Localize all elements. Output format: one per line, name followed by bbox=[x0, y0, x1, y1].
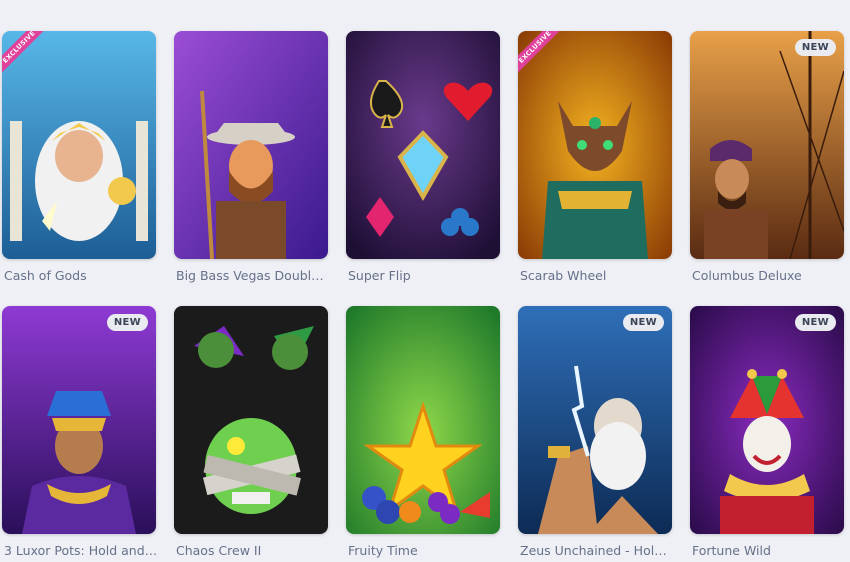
game-thumbnail[interactable]: NEW bbox=[690, 306, 844, 534]
game-thumbnail[interactable] bbox=[174, 31, 328, 259]
game-tile-columbus-deluxe[interactable]: NEW Columbus Deluxe bbox=[690, 31, 846, 283]
game-title: Fruity Time bbox=[348, 543, 418, 558]
game-thumbnail[interactable]: NEW bbox=[2, 306, 156, 534]
game-title: Fortune Wild bbox=[692, 543, 771, 558]
game-tile-chaos-crew-ii[interactable]: Chaos Crew II bbox=[174, 306, 330, 558]
game-thumbnail[interactable]: EXCLUSIVE bbox=[518, 31, 672, 259]
game-title: Columbus Deluxe bbox=[692, 268, 802, 283]
game-grid: EXCLUSIVE Cash of Gods Big Bass Vegas Do… bbox=[0, 0, 850, 562]
game-tile-fortune-wild[interactable]: NEW Fortune Wild bbox=[690, 306, 846, 558]
new-badge: NEW bbox=[106, 314, 148, 331]
game-thumbnail[interactable]: NEW bbox=[690, 31, 844, 259]
game-title: Super Flip bbox=[348, 268, 411, 283]
game-tile-super-flip[interactable]: Super Flip bbox=[346, 31, 502, 283]
new-badge: NEW bbox=[794, 39, 836, 56]
game-thumbnail[interactable]: NEW bbox=[518, 306, 672, 534]
game-title: 3 Luxor Pots: Hold and Win bbox=[4, 543, 158, 558]
game-title: Scarab Wheel bbox=[520, 268, 607, 283]
game-title: Chaos Crew II bbox=[176, 543, 262, 558]
game-tile-big-bass-vegas[interactable]: Big Bass Vegas Double Down Deluxe bbox=[174, 31, 330, 283]
game-thumbnail[interactable] bbox=[174, 306, 328, 534]
game-title: Cash of Gods bbox=[4, 268, 87, 283]
game-tile-cash-of-gods[interactable]: EXCLUSIVE Cash of Gods bbox=[2, 31, 158, 283]
new-badge: NEW bbox=[794, 314, 836, 331]
game-tile-3-luxor-pots[interactable]: NEW 3 Luxor Pots: Hold and Win bbox=[2, 306, 158, 558]
game-tile-fruity-time[interactable]: Fruity Time bbox=[346, 306, 502, 558]
new-badge: NEW bbox=[622, 314, 664, 331]
game-tile-zeus-unchained[interactable]: NEW Zeus Unchained - Hold & Hit bbox=[518, 306, 674, 558]
game-thumbnail[interactable] bbox=[346, 31, 500, 259]
game-title: Big Bass Vegas Double Down Deluxe bbox=[176, 268, 330, 283]
game-tile-scarab-wheel[interactable]: EXCLUSIVE Scarab Wheel bbox=[518, 31, 674, 283]
game-title: Zeus Unchained - Hold & Hit bbox=[520, 543, 674, 558]
game-thumbnail[interactable]: EXCLUSIVE bbox=[2, 31, 156, 259]
game-thumbnail[interactable] bbox=[346, 306, 500, 534]
